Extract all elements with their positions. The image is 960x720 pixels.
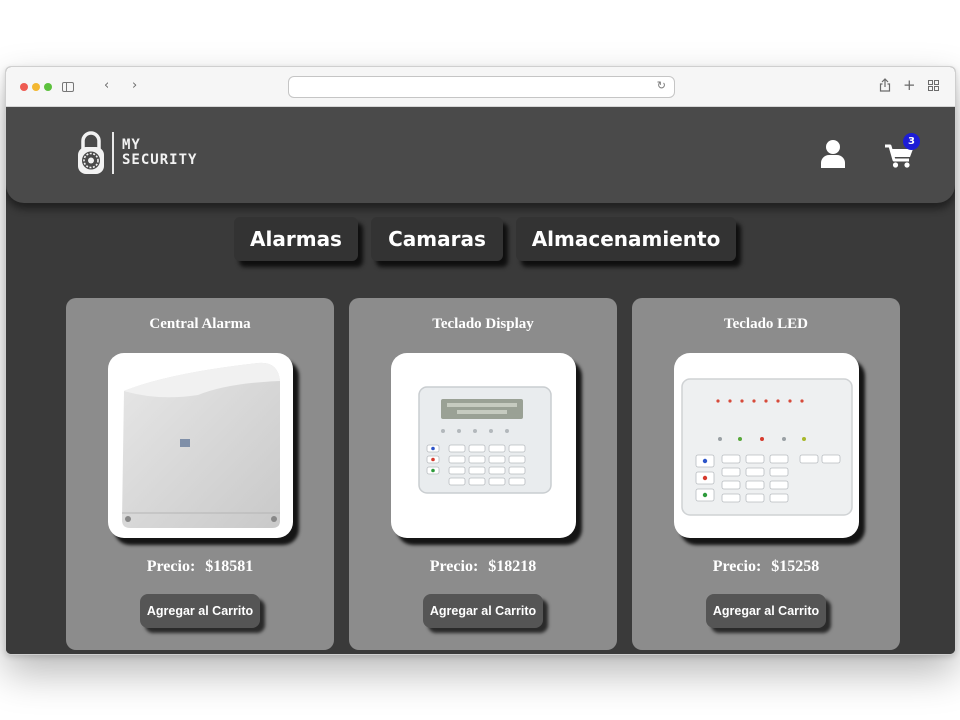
add-to-cart-button[interactable]: Agregar al Carrito xyxy=(423,594,543,628)
product-title: Teclado LED xyxy=(723,316,809,332)
price-value: $15258 xyxy=(771,558,820,575)
browser-toolbar: ‹ › ↻ + xyxy=(6,67,955,107)
price-label: Precio: xyxy=(429,558,479,575)
logo-text: MY SECURITY xyxy=(122,138,197,168)
category-alarmas-button[interactable]: Alarmas xyxy=(234,217,358,261)
tab-overview-icon[interactable] xyxy=(928,80,939,96)
back-icon[interactable]: ‹ xyxy=(104,78,109,94)
address-bar[interactable]: ↻ xyxy=(288,76,675,98)
logo-separator xyxy=(112,132,114,174)
sidebar-toggle-icon[interactable] xyxy=(62,82,74,92)
product-title: Teclado Display xyxy=(432,316,534,332)
category-camaras-button[interactable]: Camaras xyxy=(371,217,503,261)
user-icon[interactable] xyxy=(820,139,846,169)
lock-logo-icon xyxy=(78,131,104,174)
price-value: $18218 xyxy=(488,558,537,575)
logo-line2: SECURITY xyxy=(122,152,198,168)
product-card: Teclado Display Precio: $18218 Agregar a… xyxy=(349,298,617,650)
share-icon[interactable] xyxy=(879,78,891,97)
site-header: MY SECURITY 3 xyxy=(6,107,955,203)
close-window-button[interactable] xyxy=(20,83,28,91)
site-logo[interactable]: MY SECURITY xyxy=(76,129,197,177)
forward-icon[interactable]: › xyxy=(132,78,137,94)
product-price-line: Precio: $18218 xyxy=(349,558,617,576)
reload-icon[interactable]: ↻ xyxy=(657,79,666,92)
cart-count-badge: 3 xyxy=(903,133,920,150)
product-card: Teclado LED Precio: $15258 Agregar al Ca… xyxy=(632,298,900,650)
zoom-window-button[interactable] xyxy=(44,83,52,91)
category-almacenamiento-button[interactable]: Almacenamiento xyxy=(516,217,736,261)
logo-line1: MY xyxy=(122,137,141,153)
minimize-window-button[interactable] xyxy=(32,83,40,91)
product-card: Central Alarma Precio: $18581 Agregar al… xyxy=(66,298,334,650)
new-tab-icon[interactable]: + xyxy=(903,77,916,93)
product-image-keypad-led[interactable] xyxy=(674,353,859,538)
price-label: Precio: xyxy=(712,558,762,575)
page-content: MY SECURITY 3 Alarmas Camaras Almacenami… xyxy=(6,107,955,654)
add-to-cart-button[interactable]: Agregar al Carrito xyxy=(706,594,826,628)
price-value: $18581 xyxy=(205,558,254,575)
product-image-alarm-central[interactable] xyxy=(108,353,293,538)
product-price-line: Precio: $18581 xyxy=(66,558,334,576)
browser-window: ‹ › ↻ + MY SECURITY 3 Alarmas Camaras Al… xyxy=(5,66,956,655)
price-label: Precio: xyxy=(146,558,196,575)
product-image-keypad-display[interactable] xyxy=(391,353,576,538)
product-title: Central Alarma xyxy=(149,316,251,332)
product-price-line: Precio: $15258 xyxy=(632,558,900,576)
add-to-cart-button[interactable]: Agregar al Carrito xyxy=(140,594,260,628)
